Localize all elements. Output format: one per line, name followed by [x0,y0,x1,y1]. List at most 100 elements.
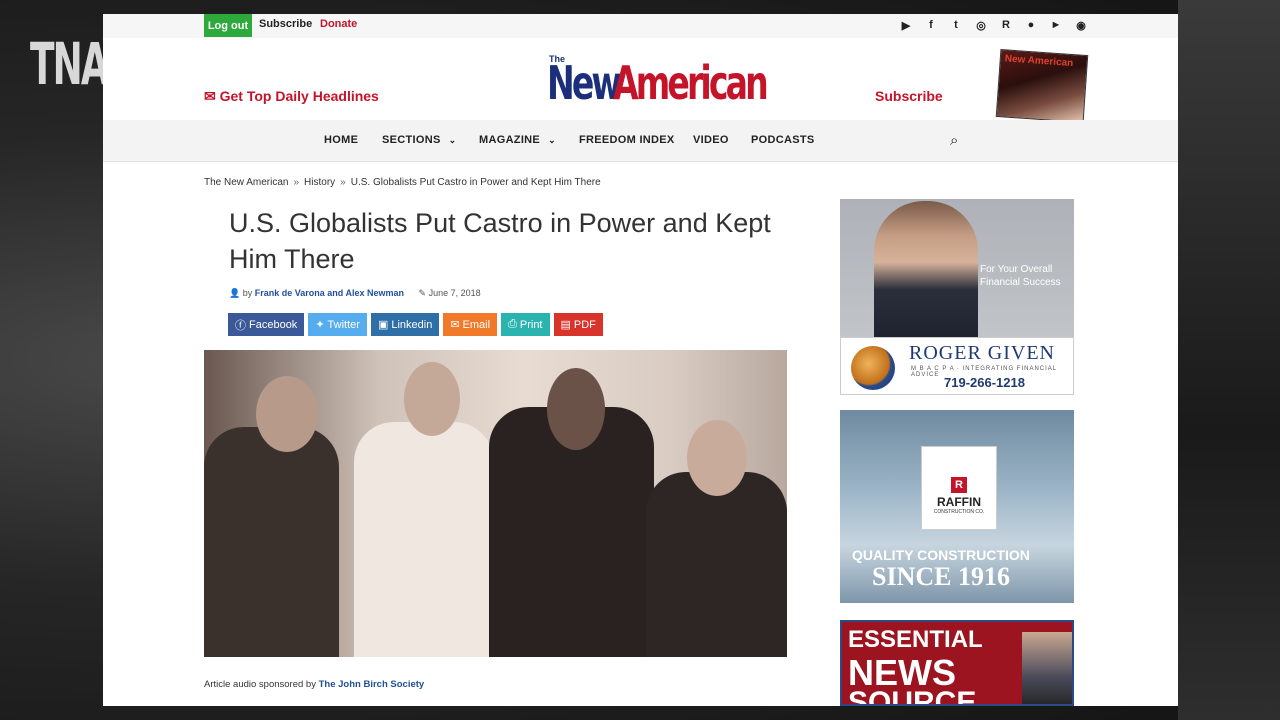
article-meta: 👤 by Frank de Varona and Alex Newman ✎ J… [229,288,481,299]
donate-link[interactable]: Donate [320,18,357,30]
raffin-name: RAFFIN [937,495,981,509]
logo-new: New [547,56,622,110]
apple-icon[interactable]: ● [1023,17,1039,33]
nav-podcasts[interactable]: PODCASTS [751,134,815,146]
raffin-r-icon: R [951,477,967,493]
share-print-button[interactable]: ⎙ Print [501,313,550,336]
nav-podcasts-label: PODCASTS [751,134,815,146]
share-linkedin-button[interactable]: ▣ Linkedin [370,313,440,336]
share-pdf-label: PDF [573,318,596,331]
photo-figure [646,472,787,657]
video-background-right [1178,0,1280,720]
subscribe-link-top[interactable]: Subscribe [259,18,312,30]
nav-video-label: VIDEO [693,134,729,146]
linkedin-icon: ▣ [377,319,389,331]
raffin-sub: CONSTRUCTION CO. [933,509,985,515]
by-label: by [242,288,253,298]
twitter-icon: ✦ [315,319,325,331]
ad-name: ROGER GIVEN [909,342,1055,364]
magazine-cover-title: New American [1004,53,1074,70]
breadcrumb-history[interactable]: History [304,177,335,188]
browser-page: Log out Subscribe Donate ▶ f t ◎ R ● ► ◉… [103,14,1178,706]
breadcrumb-separator: » [340,177,346,188]
nav-freedom-index[interactable]: FREEDOM INDEX [579,134,675,146]
top-utility-bar: Log out Subscribe Donate ▶ f t ◎ R ● ► ◉ [103,14,1178,38]
site-logo[interactable]: The New American [547,54,825,106]
share-facebook-button[interactable]: ⓕ Facebook [228,313,305,336]
nav-home[interactable]: HOME [324,134,358,146]
logout-button[interactable]: Log out [204,14,252,37]
breadcrumb: The New American » History » U.S. Globalists… [204,177,601,188]
ad-essential-news[interactable]: ESSENTIAL NEWS SOURCE [840,620,1074,706]
ad-portrait [1022,632,1072,704]
share-facebook-label: Facebook [249,318,298,331]
site-header: ✉ Get Top Daily Headlines The New Americ… [103,38,1178,123]
photo-figure [204,427,339,657]
google-play-icon[interactable]: ► [1048,17,1064,33]
main-nav: HOME SECTIONS ⌄ MAGAZINE ⌄ FREEDOM INDEX V… [103,120,1178,162]
email-icon: ✉ [450,319,460,331]
share-buttons: ⓕ Facebook ✦ Twitter ▣ Linkedin ✉ Email ⎙ Pri… [228,313,603,336]
nav-home-label: HOME [324,134,359,146]
article-date: June 7, 2018 [428,288,481,298]
social-links: ▶ f t ◎ R ● ► ◉ [898,17,1089,33]
nav-sections[interactable]: SECTIONS ⌄ [382,134,456,146]
breadcrumb-current: U.S. Globalists Put Castro in Power and … [350,177,601,188]
photo-figure [404,362,460,436]
ad-line-1: QUALITY CONSTRUCTION [852,547,1030,563]
author-icon: 👤 [229,288,241,298]
raffin-logo: R RAFFIN CONSTRUCTION CO. [921,446,997,530]
daily-headlines-label: Get Top Daily Headlines [219,88,379,104]
share-linkedin-label: Linkedin [391,318,433,331]
share-email-button[interactable]: ✉ Email [443,313,498,336]
nav-sections-label: SECTIONS [382,134,441,146]
sponsor-link[interactable]: The John Birch Society [319,679,425,690]
ad-line-3: SOURCE [848,686,977,706]
facebook-icon: ⓕ [235,319,246,332]
photo-figure [354,422,494,657]
rss-icon[interactable]: ◉ [1073,17,1089,33]
share-print-label: Print [519,318,543,331]
photo-figure [547,368,605,450]
chevron-down-icon: ⌄ [448,135,457,145]
globe-icon [851,346,895,390]
article-title: U.S. Globalists Put Castro in Power and … [229,208,771,274]
ad-footer: ROGER GIVEN M B A C P A · INTEGRATING FI… [840,337,1074,395]
rumble-icon[interactable]: R [998,17,1014,33]
ad-line-1: ESSENTIAL [848,626,983,653]
twitter-icon[interactable]: t [948,17,964,33]
sponsor-prefix: Article audio sponsored by [204,679,316,690]
play-icon[interactable]: ▶ [898,17,914,33]
ad-tagline: For Your Overall Financial Success [980,264,1061,288]
daily-headlines-link[interactable]: ✉ Get Top Daily Headlines [204,88,379,105]
nav-video[interactable]: VIDEO [693,134,729,146]
share-twitter-button[interactable]: ✦ Twitter [308,313,367,336]
nav-magazine[interactable]: MAGAZINE ⌄ [479,134,556,146]
breadcrumb-home[interactable]: The New American [204,177,288,188]
instagram-icon[interactable]: ◎ [973,17,989,33]
logo-american: American [613,56,769,110]
article-photo [204,350,787,657]
article-authors[interactable]: Frank de Varona and Alex Newman [255,288,404,298]
envelope-icon: ✉ [204,88,220,104]
ad-raffin-construction[interactable]: R RAFFIN CONSTRUCTION CO. QUALITY CONSTR… [840,410,1074,603]
subscribe-link-header[interactable]: Subscribe [875,88,943,104]
magazine-cover[interactable]: New American [995,49,1089,123]
share-pdf-button[interactable]: ▤ PDF [553,313,603,336]
ad-line-2: SINCE 1916 [872,562,1010,591]
chevron-down-icon: ⌄ [548,135,556,145]
ad-portrait [874,201,978,337]
nav-freedom-index-label: FREEDOM INDEX [579,134,675,146]
channel-watermark: TNA [30,30,109,98]
search-icon[interactable]: ⌕ [950,132,958,149]
nav-magazine-label: MAGAZINE [479,134,541,146]
photo-figure [687,420,747,496]
ad-phone: 719-266-1218 [944,375,1025,390]
calendar-icon: ✎ [418,288,427,298]
pdf-icon: ▤ [560,319,571,331]
facebook-icon[interactable]: f [923,17,939,33]
share-email-label: Email [462,318,491,331]
ad-roger-given[interactable]: For Your Overall Financial Success ROGER… [840,199,1074,395]
audio-sponsor: Article audio sponsored by The John Birc… [204,679,424,690]
print-icon: ⎙ [508,318,517,330]
